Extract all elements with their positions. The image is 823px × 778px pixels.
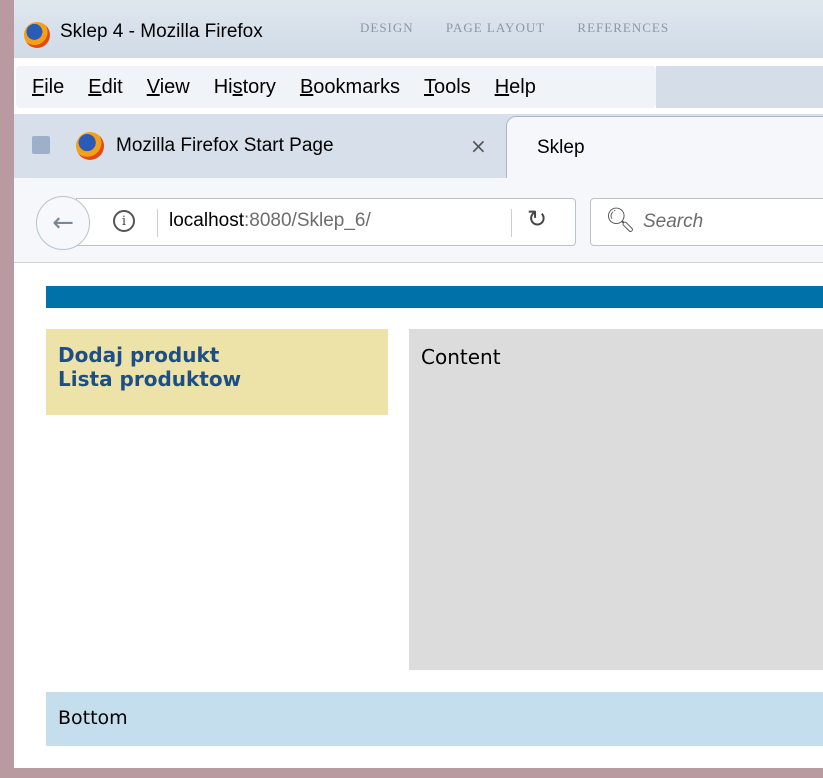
link-dodaj-produkt[interactable]: Dodaj produkt: [58, 343, 388, 367]
search-bar[interactable]: 🔍︎ Search: [590, 198, 823, 246]
footer-bar: Bottom: [46, 692, 823, 746]
ribbon-text: PAGE LAYOUT: [445, 20, 546, 35]
url-divider: [157, 209, 158, 237]
menu-tools[interactable]: Tools: [424, 76, 471, 99]
reload-icon[interactable]: ↻: [527, 205, 547, 233]
firefox-favicon-icon: [76, 132, 104, 160]
menu-edit[interactable]: Edit: [88, 76, 122, 99]
menu-bookmarks[interactable]: Bookmarks: [300, 76, 400, 99]
search-icon: 🔍︎: [605, 206, 636, 234]
ribbon-text: REFERENCES: [577, 20, 670, 35]
menu-accel: H: [494, 75, 510, 98]
menu-view[interactable]: View: [147, 76, 190, 99]
tab-label: Mozilla Firefox Start Page: [116, 135, 334, 156]
content-text: Content: [421, 345, 501, 369]
menu-accel: T: [423, 75, 434, 98]
menu-label: ile: [44, 75, 65, 98]
menu-help[interactable]: Help: [495, 76, 536, 99]
sidebar-menu: Dodaj produkt Lista produktow: [46, 329, 388, 415]
title-bar[interactable]: DESIGN PAGE LAYOUT REFERENCES Sklep 4 - …: [0, 0, 823, 58]
menu-accel: F: [32, 75, 45, 98]
header-bar: [46, 286, 823, 308]
menu-accel: V: [146, 75, 160, 98]
tab-strip: Mozilla Firefox Start Page × Sklep: [14, 114, 823, 179]
close-tab-icon[interactable]: ×: [470, 134, 487, 158]
url-text[interactable]: localhost:8080/Sklep_6/: [169, 210, 371, 232]
menu-label: Hi: [213, 75, 233, 98]
back-arrow-icon: ←: [52, 208, 74, 238]
url-path: :8080/Sklep_6/: [244, 210, 371, 231]
url-bar[interactable]: i localhost:8080/Sklep_6/ ↻: [76, 198, 576, 246]
content-area: Content: [409, 329, 823, 670]
link-lista-produktow[interactable]: Lista produktow: [58, 367, 388, 391]
menu-accel: E: [88, 75, 102, 98]
menu-label: elp: [509, 75, 536, 98]
url-host: localhost: [169, 210, 244, 231]
info-icon[interactable]: i: [113, 210, 135, 232]
navigation-toolbar: ← i localhost:8080/Sklep_6/ ↻ 🔍︎ Search: [14, 178, 823, 263]
firefox-logo-icon: [24, 22, 50, 48]
window-border: [0, 768, 823, 778]
menu-label: ools: [433, 75, 471, 98]
background-app-ribbon: DESIGN PAGE LAYOUT REFERENCES: [360, 20, 697, 36]
menu-label: iew: [159, 75, 190, 98]
menu-label: ookmarks: [313, 75, 400, 98]
menu-accel: s: [232, 75, 243, 98]
menu-bar: File Edit View History Bookmarks Tools H…: [16, 66, 656, 108]
tab-sklep[interactable]: Sklep: [506, 116, 823, 179]
menu-history[interactable]: History: [214, 76, 276, 99]
menu-label: dit: [101, 75, 123, 98]
ribbon-text: DESIGN: [360, 20, 414, 35]
url-divider: [511, 209, 512, 237]
footer-text: Bottom: [58, 707, 128, 729]
save-icon: [32, 136, 50, 154]
window-title: Sklep 4 - Mozilla Firefox: [60, 21, 263, 42]
back-button[interactable]: ←: [36, 196, 90, 250]
menu-bar-background: [656, 66, 823, 108]
tab-firefox-start-page[interactable]: Mozilla Firefox Start Page ×: [62, 114, 516, 178]
menu-file[interactable]: File: [32, 76, 64, 99]
firefox-window: DESIGN PAGE LAYOUT REFERENCES Sklep 4 - …: [0, 0, 823, 778]
tab-label: Sklep: [537, 137, 585, 158]
menu-accel: B: [299, 75, 314, 98]
menu-label: tory: [242, 75, 276, 98]
search-placeholder: Search: [643, 211, 704, 232]
window-border: [0, 0, 14, 778]
page-viewport: Dodaj produkt Lista produktow Content Bo…: [14, 263, 823, 768]
